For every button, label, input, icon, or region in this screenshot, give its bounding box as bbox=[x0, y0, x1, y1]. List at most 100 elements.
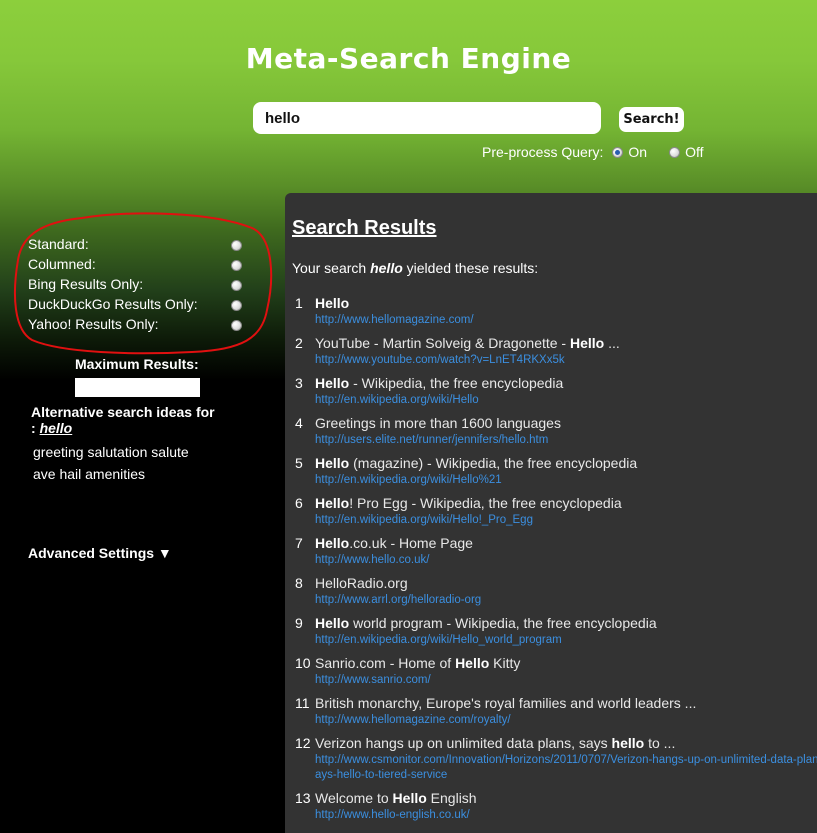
max-results-input[interactable] bbox=[75, 378, 200, 397]
alt-title-query[interactable]: hello bbox=[40, 420, 73, 436]
option-radio[interactable] bbox=[231, 280, 242, 291]
result-url-link[interactable]: http://en.wikipedia.org/wiki/Hello!_Pro_… bbox=[315, 513, 533, 528]
results-panel: Search Results Your search hello yielded… bbox=[285, 193, 817, 833]
result-title-text: Sanrio.com - Home of bbox=[315, 655, 456, 671]
result-number: 10 bbox=[295, 655, 311, 671]
result-title-keyword: Hello bbox=[455, 655, 490, 671]
result-title[interactable]: Hello bbox=[315, 293, 349, 313]
result-title-keyword: Hello bbox=[392, 790, 427, 806]
results-summary: Your search hello yielded these results: bbox=[292, 260, 538, 276]
result-title[interactable]: British monarchy, Europe's royal familie… bbox=[315, 693, 696, 713]
result-title[interactable]: Hello world program - Wikipedia, the fre… bbox=[315, 613, 657, 633]
preprocess-query-group: Pre-process Query: On Off bbox=[482, 144, 703, 160]
preprocess-off-radio[interactable] bbox=[669, 146, 681, 158]
result-title-text: - Wikipedia, the free encyclopedia bbox=[349, 375, 564, 391]
result-number: 2 bbox=[295, 335, 303, 351]
result-title[interactable]: YouTube - Martin Solveig & Dragonette - … bbox=[315, 333, 620, 353]
preprocess-label: Pre-process Query: bbox=[482, 144, 604, 160]
result-title-text: British monarchy, Europe's royal familie… bbox=[315, 695, 697, 711]
result-title-keyword: Hello bbox=[315, 535, 350, 551]
result-title[interactable]: Hello.co.uk - Home Page bbox=[315, 533, 473, 553]
result-url-link[interactable]: http://en.wikipedia.org/wiki/Hello%21 bbox=[315, 473, 502, 488]
result-url-link[interactable]: http://www.sanrio.com/ bbox=[315, 673, 431, 688]
result-url-link[interactable]: http://www.youtube.com/watch?v=LnET4RKXx… bbox=[315, 353, 565, 368]
result-number: 7 bbox=[295, 535, 303, 551]
result-url-link[interactable]: http://www.hello-english.co.uk/ bbox=[315, 808, 470, 823]
result-title[interactable]: Hello! Pro Egg - Wikipedia, the free enc… bbox=[315, 493, 622, 513]
result-title-text: Welcome to bbox=[315, 790, 393, 806]
result-title-text: to ... bbox=[644, 735, 676, 751]
result-title-text: .co.uk - Home Page bbox=[349, 535, 473, 551]
result-title-keyword: Hello bbox=[315, 615, 350, 631]
result-title-text: Kitty bbox=[489, 655, 521, 671]
result-number: 6 bbox=[295, 495, 303, 511]
result-url-link[interactable]: http://www.hello.co.uk/ bbox=[315, 553, 429, 568]
result-number: 1 bbox=[295, 295, 303, 311]
option-label: DuckDuckGo Results Only: bbox=[28, 296, 198, 312]
advanced-settings-toggle[interactable]: Advanced Settings ▼ bbox=[28, 545, 172, 561]
result-title-text: Greetings in more than 1600 languages bbox=[315, 415, 561, 431]
result-number: 5 bbox=[295, 455, 303, 471]
result-title-keyword: Hello bbox=[570, 335, 605, 351]
result-number: 9 bbox=[295, 615, 303, 631]
result-title-keyword: hello bbox=[611, 735, 645, 751]
option-duckduckgo-only[interactable]: DuckDuckGo Results Only: bbox=[28, 295, 248, 315]
option-radio[interactable] bbox=[231, 240, 242, 251]
result-url-link[interactable]: http://www.hellomagazine.com/royalty/ bbox=[315, 713, 511, 728]
result-number: 12 bbox=[295, 735, 311, 751]
preprocess-on-radio[interactable] bbox=[612, 146, 624, 158]
summary-suffix: yielded these results: bbox=[406, 260, 539, 276]
max-results-label: Maximum Results: bbox=[75, 356, 199, 372]
summary-query: hello bbox=[370, 260, 403, 276]
display-options: Standard: Columned: Bing Results Only: D… bbox=[28, 235, 248, 335]
result-title-text: (magazine) - Wikipedia, the free encyclo… bbox=[349, 455, 638, 471]
result-title-keyword: Hello bbox=[315, 455, 350, 471]
result-title-text: ... bbox=[604, 335, 620, 351]
result-title-text: English bbox=[426, 790, 477, 806]
result-title[interactable]: Hello - Wikipedia, the free encyclopedia bbox=[315, 373, 563, 393]
search-button[interactable]: Search! bbox=[619, 107, 684, 132]
result-url-link[interactable]: http://users.elite.net/runner/jennifers/… bbox=[315, 433, 548, 448]
option-radio[interactable] bbox=[231, 300, 242, 311]
alternative-ideas-title: Alternative search ideas for : hello bbox=[31, 404, 221, 436]
result-title[interactable]: Welcome to Hello English bbox=[315, 788, 477, 808]
result-number: 4 bbox=[295, 415, 303, 431]
result-title-text: world program - Wikipedia, the free ency… bbox=[349, 615, 657, 631]
result-title[interactable]: Greetings in more than 1600 languages bbox=[315, 413, 561, 433]
option-standard[interactable]: Standard: bbox=[28, 235, 248, 255]
result-title[interactable]: Hello (magazine) - Wikipedia, the free e… bbox=[315, 453, 637, 473]
result-title[interactable]: Sanrio.com - Home of Hello Kitty bbox=[315, 653, 520, 673]
option-yahoo-only[interactable]: Yahoo! Results Only: bbox=[28, 315, 248, 335]
result-url-link[interactable]: http://www.hellomagazine.com/ bbox=[315, 313, 474, 328]
result-title-keyword: Hello bbox=[315, 295, 350, 311]
search-input[interactable] bbox=[253, 102, 601, 134]
result-number: 11 bbox=[295, 695, 310, 711]
result-title[interactable]: HelloRadio.org bbox=[315, 573, 408, 593]
summary-prefix: Your search bbox=[292, 260, 367, 276]
option-bing-only[interactable]: Bing Results Only: bbox=[28, 275, 248, 295]
result-title-text: HelloRadio.org bbox=[315, 575, 408, 591]
result-url-link[interactable]: http://en.wikipedia.org/wiki/Hello_world… bbox=[315, 633, 562, 648]
result-url-link[interactable]: http://www.arrl.org/helloradio-org bbox=[315, 593, 481, 608]
result-title[interactable]: Verizon hangs up on unlimited data plans… bbox=[315, 733, 675, 753]
result-number: 13 bbox=[295, 790, 311, 806]
results-heading: Search Results bbox=[292, 217, 437, 239]
result-title-keyword: Hello bbox=[315, 375, 350, 391]
preprocess-on-label: On bbox=[628, 144, 648, 160]
option-label: Bing Results Only: bbox=[28, 276, 144, 292]
option-label: Columned: bbox=[28, 256, 96, 272]
option-label: Standard: bbox=[28, 236, 89, 252]
option-radio[interactable] bbox=[231, 320, 242, 331]
preprocess-off-label: Off bbox=[685, 144, 704, 160]
result-number: 8 bbox=[295, 575, 303, 591]
result-number: 3 bbox=[295, 375, 303, 391]
result-title-keyword: Hello bbox=[315, 495, 350, 511]
option-columned[interactable]: Columned: bbox=[28, 255, 248, 275]
result-title-text: YouTube - Martin Solveig & Dragonette - bbox=[315, 335, 570, 351]
result-url-link[interactable]: http://en.wikipedia.org/wiki/Hello bbox=[315, 393, 479, 408]
option-label: Yahoo! Results Only: bbox=[28, 316, 159, 332]
option-radio[interactable] bbox=[231, 260, 242, 271]
app-title: Meta-Search Engine bbox=[245, 42, 572, 75]
result-url-link[interactable]: http://www.csmonitor.com/Innovation/Hori… bbox=[315, 753, 817, 783]
alternative-ideas-list[interactable]: greeting salutation salute ave hail amen… bbox=[33, 441, 213, 485]
